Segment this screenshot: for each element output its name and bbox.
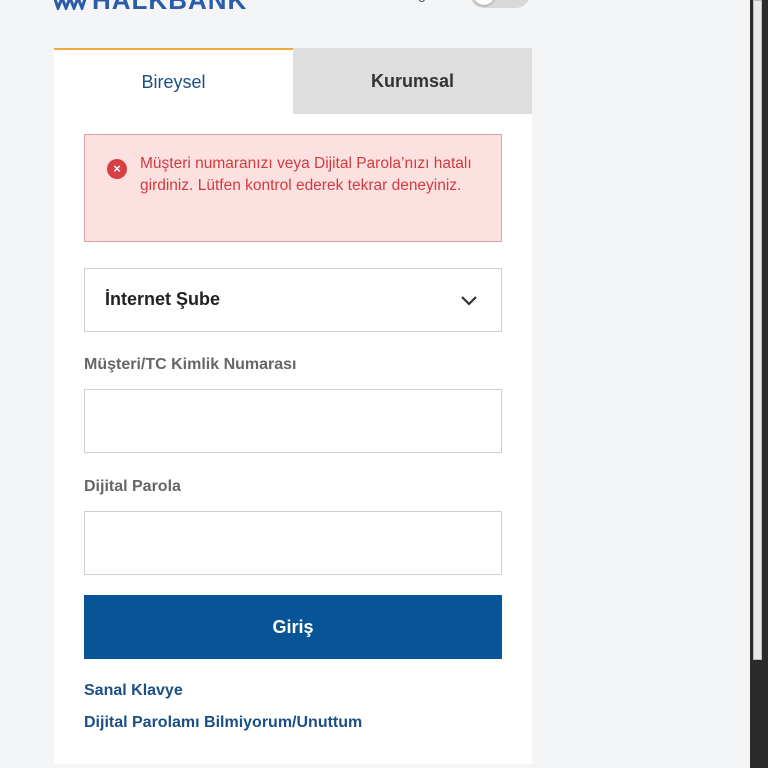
logo-text: HALKBANK [92, 0, 248, 15]
channel-select[interactable]: İnternet Şube [84, 268, 502, 332]
virtual-keyboard-link[interactable]: Sanal Klavye [84, 682, 183, 700]
logo-wave-icon [54, 0, 87, 10]
tab-kurumsal[interactable]: Kurumsal [293, 48, 532, 114]
error-alert: × Müşteri numaranızı veya Dijital Parola… [84, 134, 502, 242]
error-x-icon: × [107, 159, 127, 179]
customer-number-label: Müşteri/TC Kimlik Numarası [84, 356, 297, 373]
channel-select-value: İnternet Şube [105, 289, 221, 309]
window-edge [750, 0, 768, 768]
error-message: Müşteri numaranızı veya Dijital Parola’n… [140, 155, 472, 194]
login-button[interactable]: Giriş [84, 595, 502, 659]
forgot-password-link[interactable]: Dijital Parolamı Bilmiyorum/Unuttum [84, 714, 362, 732]
theme-toggle[interactable] [470, 0, 530, 8]
tab-bireysel[interactable]: Bireysel [54, 48, 293, 114]
language-label: g [418, 0, 426, 2]
password-input[interactable] [84, 511, 502, 575]
toggle-knob [473, 0, 495, 5]
top-header: HALKBANK g [0, 0, 750, 14]
login-card: Bireysel Kurumsal × Müşteri numaranızı v… [54, 48, 532, 764]
bank-logo[interactable]: HALKBANK [54, 0, 248, 15]
chevron-down-icon [461, 296, 477, 306]
customer-type-tabs: Bireysel Kurumsal [54, 48, 532, 114]
password-label: Dijital Parola [84, 478, 181, 495]
scrollbar-thumb[interactable] [753, 0, 762, 660]
customer-number-input[interactable] [84, 389, 502, 453]
